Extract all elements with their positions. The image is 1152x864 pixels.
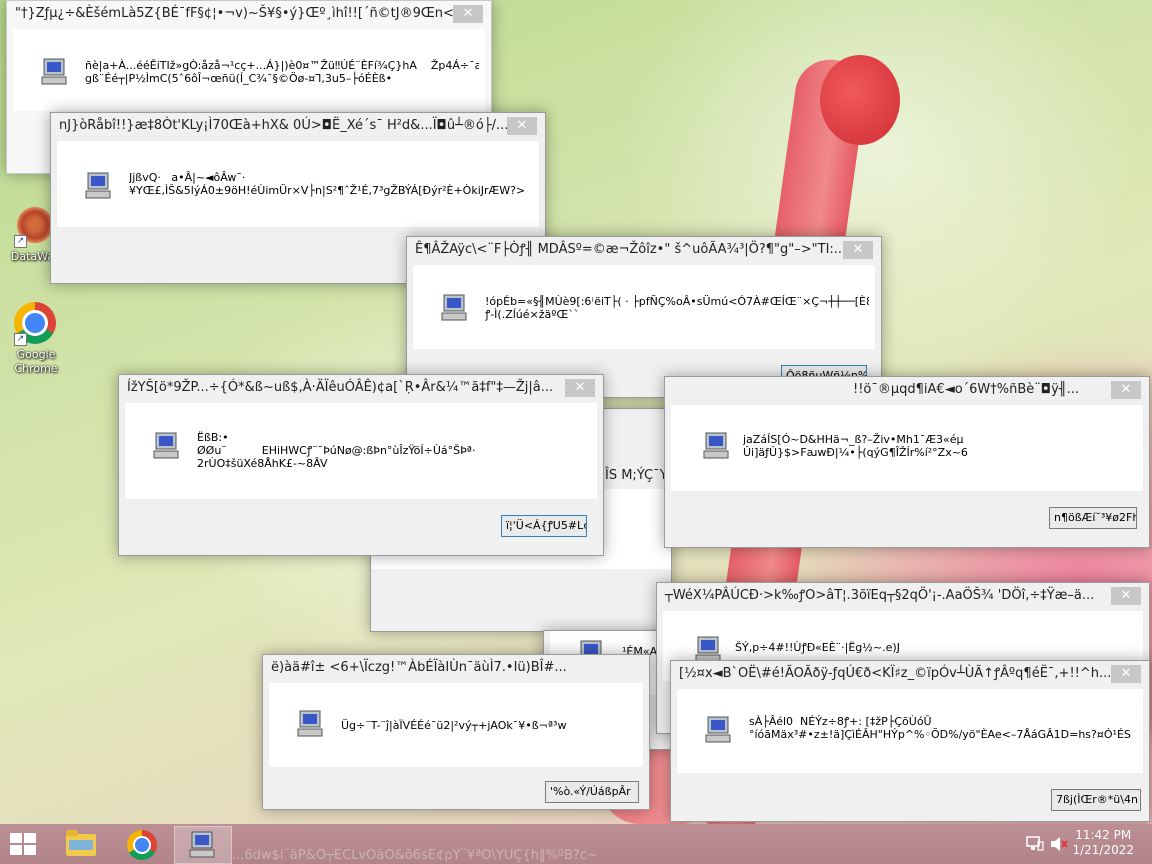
dialog-title: ÍžYŠ[ö*9ŽP...÷{Ó*&ß~uß$,À·ÄÏêuÓÂÊ)¢a[`Ṛ•… [127,380,554,395]
close-button[interactable]: ✕ [843,241,873,259]
dialog-title: nJ}òRåbî!!}æ‡8Òt'KLy¡Ì70Œà+hX& 0Ú>◘Ë_Xé´… [59,118,509,133]
dialog-window[interactable]: ÍžYŠ[ö*9ŽP...÷{Ó*&ß~uß$,À·ÄÏêuÓÂÊ)¢a[`Ṛ•… [118,374,604,556]
computer-icon [297,710,323,737]
dialog-message: !ópÉb=«§╢MÙè9[:6ꜞëiT├( · ├pfÑÇ%oÂ•sÜmú<Ó… [485,295,869,321]
dialog-title: ë)àä#î± <6+\Ïczg!™ÀbÉÏàIÙn¯äùÌ7.•Iü)BÎ#.… [271,660,567,675]
dialog-message: ñè|a+À...ééĒiTӀž»gÒ:åzå¬¹cç+...Á}|)è0¤™Ž… [85,59,479,85]
dialog-body: sÀ├Âél0 NÉÝz÷8ꝭ+: [‡žP├ÇõÙóÛ °íóãMäx³#•z… [677,689,1143,773]
dialog-title: ┬WéX¼PÂÚCÐ·>k‰ꝭO>âT¦.3õïEq┬§2qÖ'¡-.AaÖŠ¾… [665,588,1095,603]
clock-time: 11:42 PM [1075,828,1132,842]
folder-icon [66,830,96,856]
dialog-button[interactable]: n¶ößÆí˘³¥ø2Fhr [1049,507,1137,529]
dialog-body: Üg÷¨T-¨ĵ|àÏVÉÉé¯ü2|²vý┬+jAOk¯¥•ß¬ª³w [269,683,643,767]
dialog-body: JjßvQ· a•Â|~◄ôÂw¯· ¥YŒ£,ÌŠ&5lýÁ0±9öH!éÙi… [57,141,539,227]
computer-icon [41,58,67,85]
dialog-message: JjßvQ· a•Â|~◄ôÂw¯· ¥YŒ£,ÌŠ&5lýÁ0±9öH!éÙi… [129,171,526,197]
close-button[interactable]: ✕ [507,117,537,135]
dialog-title-behind-taskbar: ...6dw$i¨äP&Ó┬ÉĆLvÒãO&õ6sÊ¢ρÝ¨¥ªÓ\ŸÛÇ{h‖… [232,848,598,863]
dialog-message: sÀ├Âél0 NÉÝz÷8ꝭ+: [‡žP├ÇõÙóÛ °íóãMäx³#•z… [749,715,1131,741]
desktop-icon-chrome[interactable]: ↗ Google Chrome [0,302,72,376]
desktop-icon-label: Google Chrome [14,348,58,375]
computer-icon [189,831,215,858]
computer-icon [441,294,467,321]
desktop: ↗ DataWag ↗ Google Chrome ÎS M;ÝÇ¯Y ¹ÉM«… [0,0,1152,824]
dialog-message: jaZáÍS[Ó~D&HHä¬_ß?–Živ•Mh1¯Æ3«éµ Ûi]äƒÛ}… [743,433,968,459]
dialog-message: Üg÷¨T-¨ĵ|àÏVÉÉé¯ü2|²vý┬+jAOk¯¥•ß¬ª³w [341,719,567,732]
chrome-icon: ↗ [14,302,58,346]
dialog-title: "†}Zƒµ¿÷&ÈšémLà5Z{BÉ¯fF§¢¦•¬v)~Š¥§•ý}Œº¸… [15,6,467,21]
windows-logo-icon [10,833,38,857]
close-button[interactable]: ✕ [1111,381,1141,399]
network-icon[interactable] [1026,836,1044,855]
dialog-body: ËßB:• ØØu¨ EHiHWCꝭ¨¯ÞúNø@:ßÞn°ùÎzŸöÍ÷Ùá°… [125,403,597,499]
taskbar-chrome[interactable] [114,826,170,862]
dialog-title: ÎS M;ÝÇ¯Y [605,468,668,483]
computer-icon [703,432,729,459]
close-button[interactable]: ✕ [453,5,483,23]
dialog-body: ñè|a+À...ééĒiTӀž»gÒ:åzå¬¹cç+...Á}|)è0¤™Ž… [13,29,485,111]
close-button[interactable]: ✕ [565,379,595,397]
close-button[interactable]: ✕ [1111,665,1141,683]
dialog-body: !ópÉb=«§╢MÙè9[:6ꜞëiT├( · ├pfÑÇ%oÂ•sÜmú<Ó… [413,265,875,349]
taskbar: ...6dw$i¨äP&Ó┬ÉĆLvÒãO&õ6sÊ¢ρÝ¨¥ªÓ\ŸÛÇ{h‖… [0,824,1152,864]
clock-date: 1/21/2022 [1072,843,1134,857]
clock[interactable]: 11:42 PM 1/21/2022 [1072,828,1134,858]
computer-icon [153,432,179,459]
computer-icon [705,716,731,743]
dialog-window[interactable]: !!ö¯®µqd¶iA€◄o´6W†%ñBè¨◘ÿ╢... ✕ jaZáÍS[Ó… [664,376,1150,548]
dialog-title: Ê¶ÂŽAÿc\<¨F├Òꝭ╢ MDÂSº=©æ¬Žôîz•" š^uôÃA¾³… [415,242,847,257]
dialog-message: ŠÝ,p÷4#!!ÙꝭÐ«EÈ¨·|Ëg½~.e)J [735,641,900,654]
dialog-window[interactable]: [½¤x◄B`OË\#é!ÃOÃðÿ-ƒqÚ€ð<KÏ♯z_©ïpÓv┴ÙÃ↑ꝭ… [670,660,1150,822]
dialog-title: !!ö¯®µqd¶iA€◄o´6W†%ñBè¨◘ÿ╢... [853,382,1079,397]
dialog-button[interactable]: '%ò.«Ý/ÚáßpÂr [545,781,639,803]
chrome-icon [127,830,157,860]
shortcut-arrow-icon: ↗ [14,235,27,248]
shortcut-arrow-icon: ↗ [14,333,27,346]
dialog-button[interactable]: 7ßj(ÌŒr®*ü\4n [1051,789,1141,811]
taskbar-running-app[interactable] [174,826,232,864]
wallpaper-flower-bud [820,55,900,145]
close-button[interactable]: ✕ [1111,587,1141,605]
dialog-button[interactable]: ï¦'Ü<Á{ꝭU5#L¢³ [501,515,587,537]
start-button[interactable] [0,826,56,862]
dialog-window[interactable]: ë)àä#î± <6+\Ïczg!™ÀbÉÏàIÙn¯äùÌ7.•Iü)BÎ#.… [262,654,650,810]
dialog-body: jaZáÍS[Ó~D&HHä¬_ß?–Živ•Mh1¯Æ3«éµ Ûi]äƒÛ}… [671,405,1143,491]
dialog-title: [½¤x◄B`OË\#é!ÃOÃðÿ-ƒqÚ€ð<KÏ♯z_©ïpÓv┴ÙÃ↑ꝭ… [679,666,1112,681]
computer-icon [85,172,111,199]
taskbar-file-explorer[interactable] [52,826,108,862]
dialog-message: ËßB:• ØØu¨ EHiHWCꝭ¨¯ÞúNø@:ßÞn°ùÎzŸöÍ÷Ùá°… [197,431,476,470]
volume-muted-icon[interactable] [1050,836,1068,855]
